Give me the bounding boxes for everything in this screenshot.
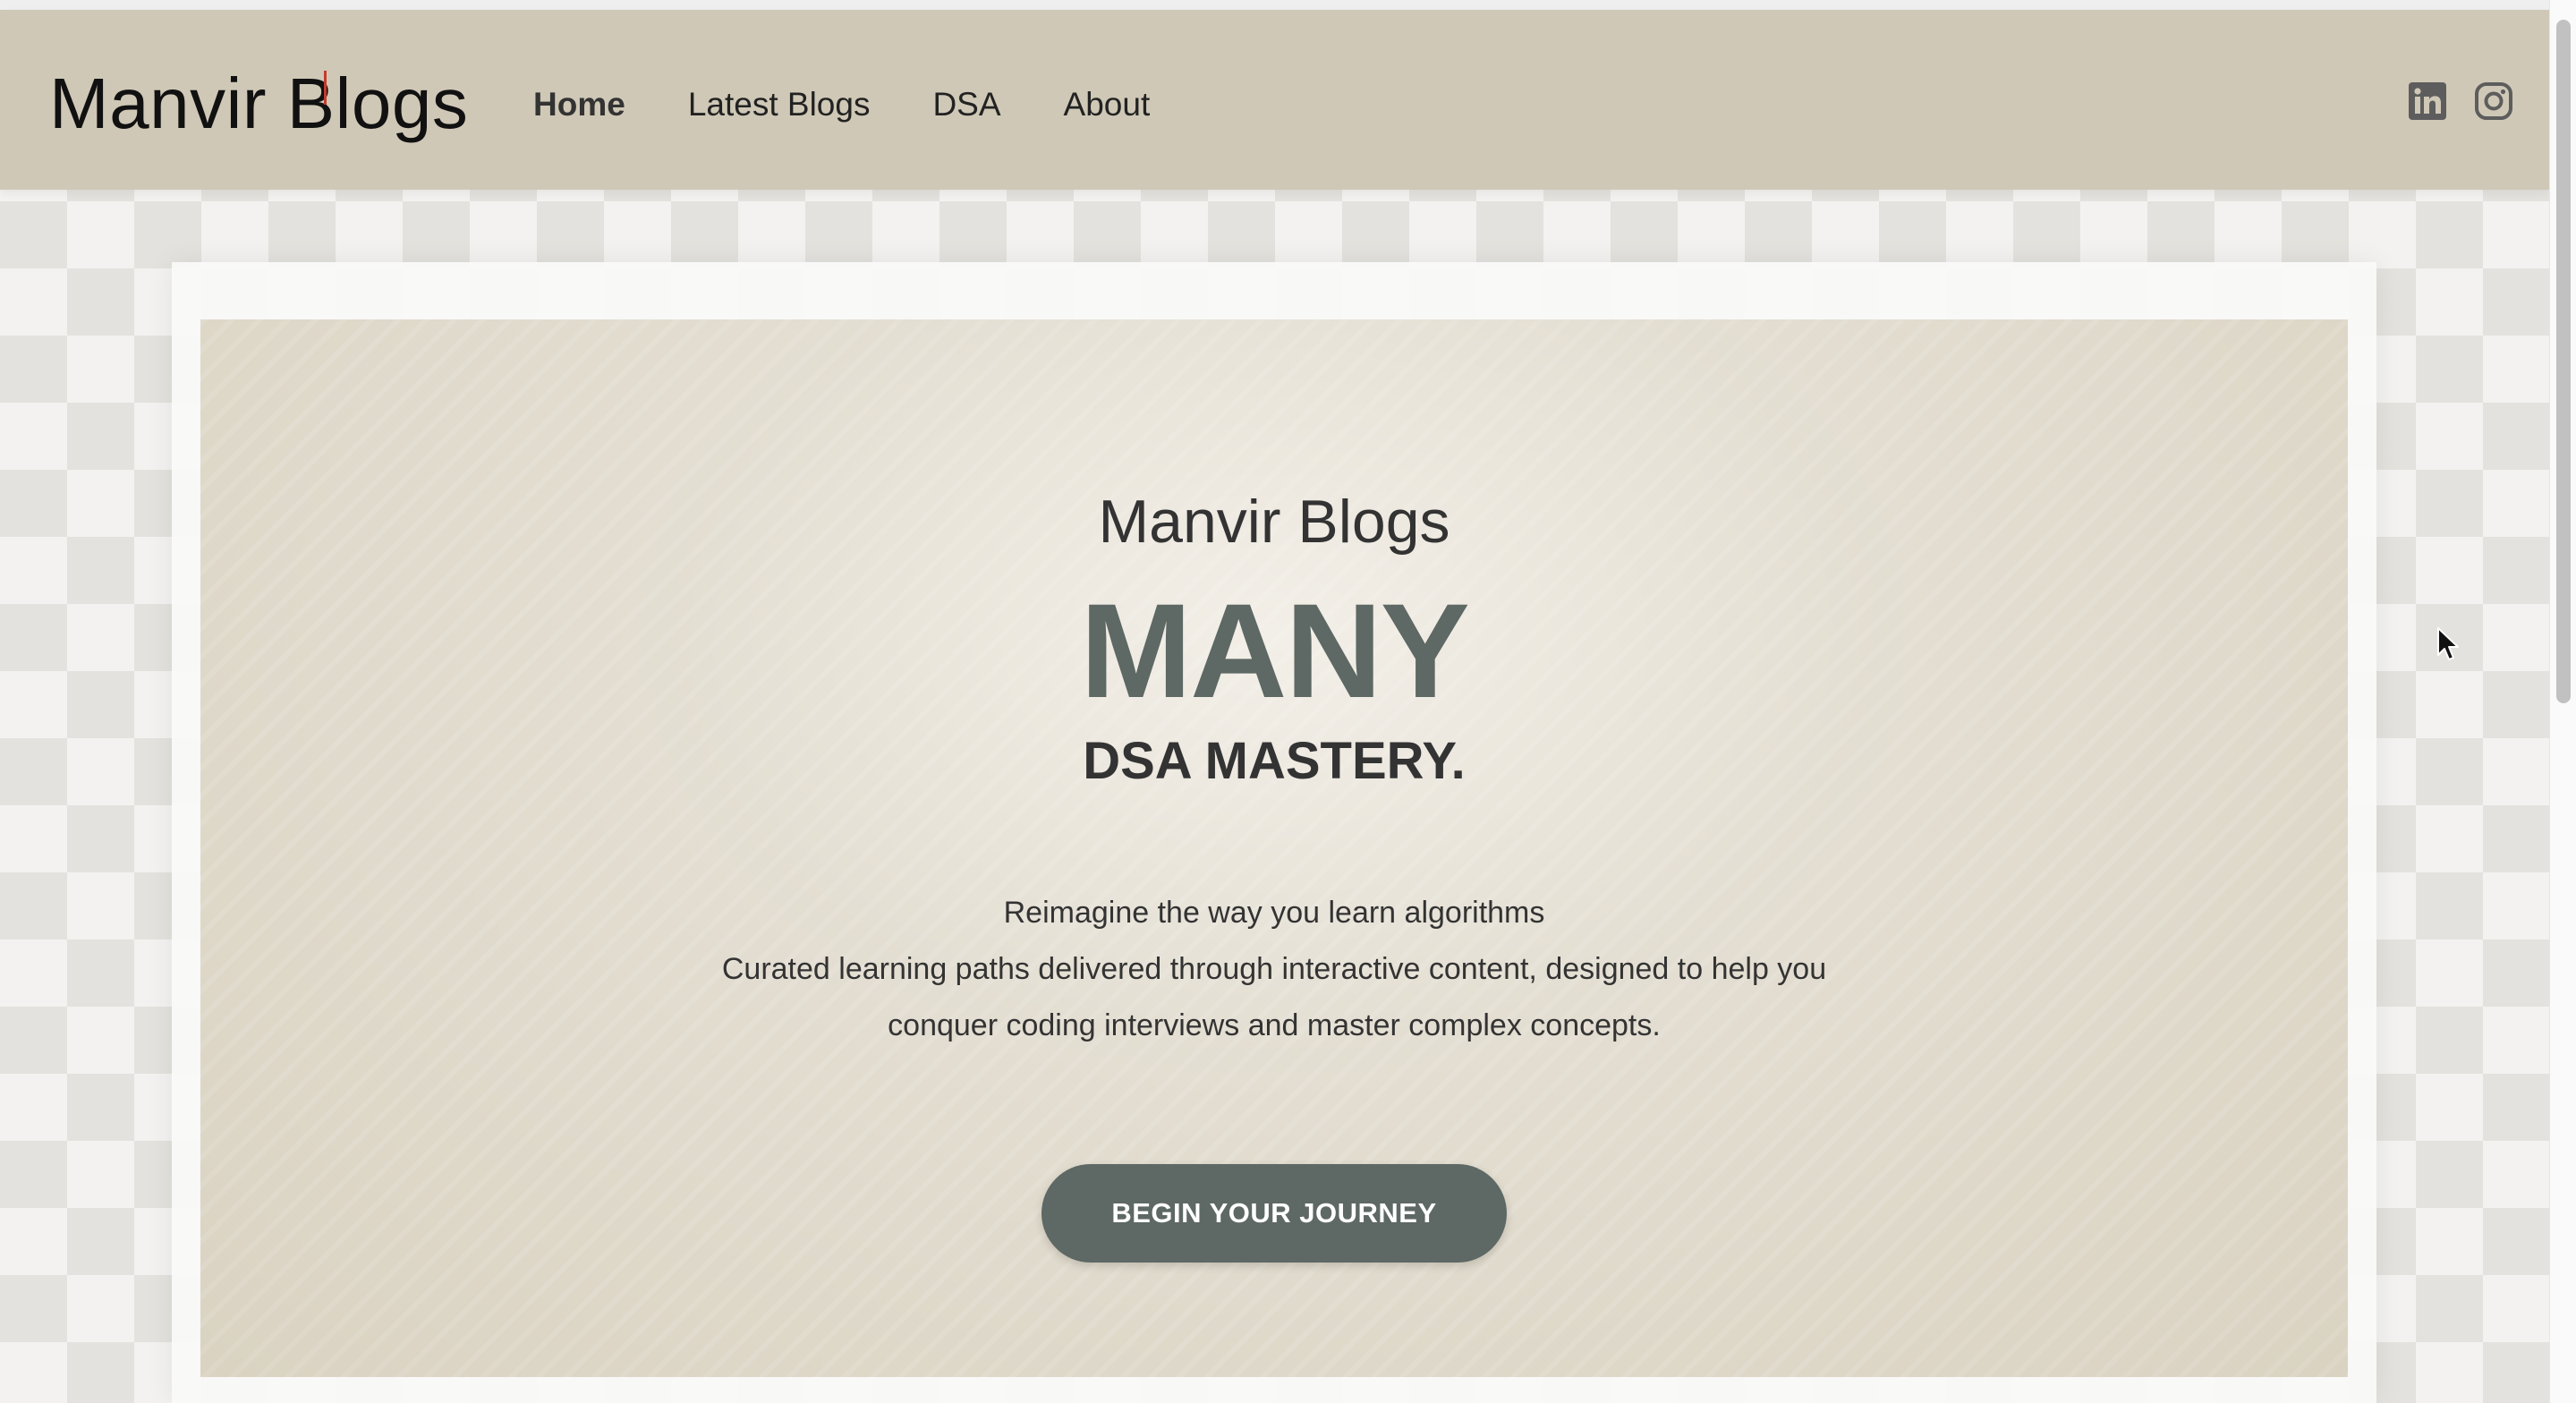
main-nav: Home Latest Blogs DSA About — [533, 86, 1150, 123]
text-caret — [324, 71, 327, 105]
mouse-cursor-icon — [2437, 627, 2459, 660]
hero-description: Reimagine the way you learn algorithms C… — [200, 885, 2348, 1054]
hero-eyebrow: Manvir Blogs — [1098, 488, 1450, 556]
navbar: Manvir Blogs Home Latest Blogs DSA About — [0, 10, 2549, 190]
hero-subtitle: DSA MASTERY. — [1083, 732, 1466, 790]
nav-link-latest-blogs[interactable]: Latest Blogs — [688, 86, 871, 123]
hero-section: Manvir Blogs MANY DSA MASTERY. Reimagine… — [200, 319, 2348, 1377]
window-top-edge — [0, 0, 2576, 10]
brand-logo[interactable]: Manvir Blogs — [49, 59, 468, 149]
social-links — [2408, 81, 2513, 121]
hero-description-line: Curated learning paths delivered through… — [721, 952, 1827, 986]
scrollbar-thumb[interactable] — [2556, 20, 2571, 703]
linkedin-icon[interactable] — [2408, 81, 2447, 121]
nav-link-about[interactable]: About — [1064, 86, 1151, 123]
instagram-icon[interactable] — [2474, 81, 2513, 121]
nav-link-home[interactable]: Home — [533, 86, 625, 123]
scrollbar[interactable] — [2549, 0, 2576, 1403]
begin-journey-button[interactable]: BEGIN YOUR JOURNEY — [1041, 1164, 1507, 1263]
hero-description-line: Reimagine the way you learn algorithms — [1003, 896, 1545, 930]
hero-description-line: conquer coding interviews and master com… — [888, 1008, 1661, 1042]
hero-title: MANY — [1080, 575, 1470, 726]
nav-link-dsa[interactable]: DSA — [932, 86, 1000, 123]
